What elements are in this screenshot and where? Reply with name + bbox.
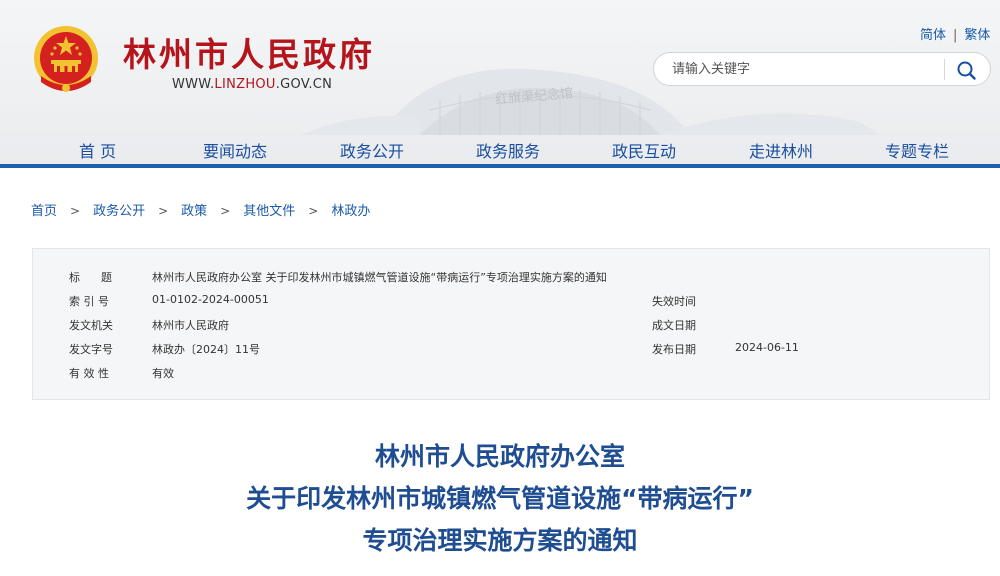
info-published-value: 2024-06-11 [735,341,799,354]
domain-suffix: .GOV.CN [275,77,333,92]
nav-gov-services[interactable]: 政务服务 [476,138,540,162]
nav-special-topics[interactable]: 专题专栏 [885,138,949,162]
document-title-line3: 专项治理实施方案的通知 [362,526,638,555]
breadcrumb-linzhengban[interactable]: 林政办 [331,204,370,219]
main-nav: 首 页 要闻动态 政务公开 政务服务 政民互动 走进林州 专题专栏 [0,134,1000,164]
info-docno-key: 发文字号 [69,343,113,356]
info-validity-value: 有效 [152,367,174,380]
info-title-key: 标 题 [69,271,112,284]
domain-prefix: WWW. [172,77,215,92]
search-divider [944,59,945,80]
info-index-value: 01-0102-2024-00051 [152,293,269,306]
lang-traditional-link[interactable]: 繁体 [964,28,990,43]
nav-interaction[interactable]: 政民互动 [612,138,676,162]
info-expiry-key: 失效时间 [652,295,696,308]
breadcrumb-separator: > [158,204,169,218]
info-issuer-value: 林州市人民政府 [152,319,229,332]
search-box [653,52,991,86]
info-row-issuer: 发文机关 林州市人民政府 成文日期 [33,317,989,333]
breadcrumb-policy[interactable]: 政策 [181,204,207,219]
domain-highlight: LINZHOU [214,77,276,92]
site-title: 林州市人民政府 [123,35,375,74]
info-row-docno: 发文字号 林政办〔2024〕11号 发布日期 2024-06-11 [33,341,989,357]
breadcrumb-gov-affairs-open[interactable]: 政务公开 [93,204,145,219]
info-published-key: 发布日期 [652,343,696,356]
info-docno-value: 林政办〔2024〕11号 [152,343,260,356]
search-input[interactable] [672,59,942,79]
national-emblem-icon [34,26,98,92]
search-icon[interactable] [952,57,982,83]
document-info-box: 标 题 林州市人民政府办公室 关于印发林州市城镇燃气管道设施“带病运行”专项治理… [32,248,990,400]
breadcrumb-separator: > [220,204,231,218]
document-title-line2: 关于印发林州市城镇燃气管道设施“带病运行” [246,484,754,513]
site-domain: WWW.LINZHOU.GOV.CN [172,77,332,92]
breadcrumb-home[interactable]: 首页 [31,204,57,219]
breadcrumb-other-files[interactable]: 其他文件 [243,204,295,219]
breadcrumb-separator: > [308,204,319,218]
document-title: 林州市人民政府办公室 关于印发林州市城镇燃气管道设施“带病运行” 专项治理实施方… [0,436,1000,562]
info-row-index: 索 引 号 01-0102-2024-00051 失效时间 [33,293,989,309]
nav-home[interactable]: 首 页 [79,138,116,162]
lang-simplified-link[interactable]: 简体 [920,28,946,43]
breadcrumb-separator: > [70,204,81,218]
info-issuer-key: 发文机关 [69,319,113,332]
lang-separator: | [953,28,958,43]
nav-gov-affairs-open[interactable]: 政务公开 [340,138,404,162]
info-index-key: 索 引 号 [69,295,109,308]
nav-about-linzhou[interactable]: 走进林州 [749,138,813,162]
info-row-validity: 有 效 性 有效 [33,365,989,381]
breadcrumb: 首页 > 政务公开 > 政策 > 其他文件 > 林政办 [31,200,370,219]
nav-news[interactable]: 要闻动态 [203,138,267,162]
info-validity-key: 有 效 性 [69,367,109,380]
language-switcher: 简体 | 繁体 [920,24,990,43]
info-row-title: 标 题 林州市人民政府办公室 关于印发林州市城镇燃气管道设施“带病运行”专项治理… [33,269,989,285]
info-written-key: 成文日期 [652,319,696,332]
nav-underline [0,164,1000,168]
info-title-value: 林州市人民政府办公室 关于印发林州市城镇燃气管道设施“带病运行”专项治理实施方案… [152,271,607,284]
document-title-line1: 林州市人民政府办公室 [374,442,625,471]
